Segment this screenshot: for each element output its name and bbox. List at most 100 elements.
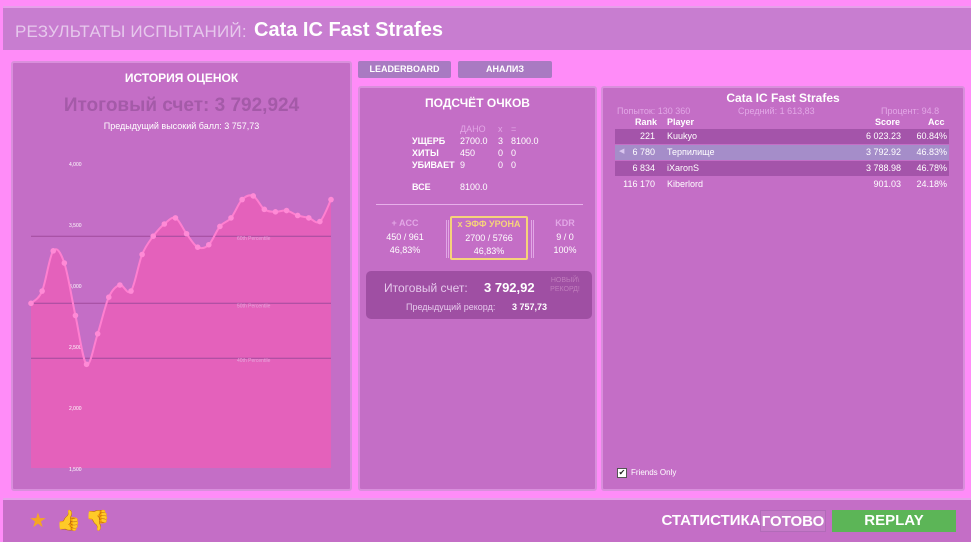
row-given: 9	[460, 160, 466, 170]
score-point[interactable]	[317, 218, 323, 225]
row-given: 450	[460, 148, 476, 158]
table-row[interactable]: 116 170 Kiberlord 901.03 24.18%	[615, 177, 949, 192]
total-value: 8100.0	[460, 182, 488, 192]
score-point[interactable]	[83, 361, 90, 368]
row-result: 8100.0	[511, 136, 539, 146]
player-cell: iXaronS	[667, 163, 700, 173]
scoring-panel: ПОДСЧЁТ ОЧКОВ ДАНО х = УЩЕРБ 2700.0 3 81…	[358, 86, 597, 491]
score-point[interactable]	[194, 244, 201, 250]
header-result: =	[511, 124, 517, 134]
thumbs-down-icon[interactable]: 👎	[85, 510, 110, 532]
col-acc[interactable]: Acc	[928, 117, 945, 127]
kdr-pct: 100%	[553, 245, 577, 255]
statistics-button[interactable]: СТАТИСТИКА	[657, 510, 765, 532]
score-point[interactable]	[294, 212, 301, 219]
score-point[interactable]	[205, 241, 212, 248]
score-point[interactable]	[228, 215, 234, 221]
row-label: УБИВАЕТ	[412, 160, 455, 170]
score-point[interactable]	[105, 294, 112, 300]
score-point[interactable]	[139, 251, 145, 258]
score-cell: 3 792.92	[865, 147, 901, 157]
accuracy-label: + ACC	[391, 218, 419, 228]
replay-button[interactable]: REPLAY	[832, 510, 956, 532]
done-button[interactable]: ГОТОВО	[760, 510, 826, 532]
checkbox-checked-icon[interactable]: ✔	[617, 468, 627, 478]
kdr-label: KDR	[555, 218, 575, 228]
leaderboard-title: Cata IC Fast Strafes	[726, 91, 840, 105]
y-tick-label: 2,500	[69, 345, 82, 351]
player-cell: Kiberlord	[667, 179, 704, 189]
score-point[interactable]	[261, 206, 268, 213]
score-point[interactable]	[172, 215, 179, 221]
score-point[interactable]	[61, 260, 68, 266]
col-player[interactable]: Player	[667, 117, 694, 127]
acc-cell: 60.84%	[916, 131, 947, 141]
total-label: ВСЕ	[412, 182, 431, 192]
score-point[interactable]	[328, 196, 334, 203]
prev-record-label: Предыдущий рекорд:	[406, 302, 496, 312]
history-title: ИСТОРИЯ ОЦЕНОК	[124, 71, 239, 85]
score-point[interactable]	[161, 221, 168, 227]
damage-efficiency-label: x ЭФФ УРОНА	[457, 219, 521, 229]
row-result: 0	[511, 148, 517, 158]
score-history-panel: ИСТОРИЯ ОЦЕНОК Итоговый счет: 3 792,924 …	[11, 61, 352, 491]
history-prev-high: Предыдущий высокий балл: 3 757,73	[103, 121, 260, 131]
friends-only-toggle[interactable]: ✔ Friends Only	[617, 468, 676, 478]
score-history-chart: 4,0003,5003,0002,5002,0001,50060th Perce…	[28, 162, 334, 473]
score-point[interactable]	[217, 223, 223, 230]
table-row-current-player[interactable]: ◀ 6 780 Терпилище 3 792.92 46.83%	[615, 145, 949, 160]
score-point[interactable]	[272, 209, 279, 215]
player-cell: Kuukyo	[667, 131, 698, 141]
footer-bar: ★ 👍 👎 СТАТИСТИКА ГОТОВО REPLAY	[3, 498, 971, 542]
prev-record-value: 3 757,73	[512, 302, 548, 312]
score-point[interactable]	[283, 207, 290, 214]
new-record-badge: НОВЫЙ\ РЕКОРД!	[550, 277, 580, 293]
row-mult: 0	[498, 160, 504, 170]
row-label: ХИТЫ	[412, 148, 439, 158]
table-row[interactable]: 6 834 iXaronS 3 788.98 46.78%	[615, 161, 949, 176]
score-point[interactable]	[28, 300, 34, 307]
star-icon[interactable]: ★	[27, 510, 49, 532]
attempts-count: Попыток: 130 360	[617, 106, 691, 116]
score-point[interactable]	[39, 288, 45, 294]
divider	[446, 220, 449, 258]
score-point[interactable]	[305, 215, 312, 221]
thumbs-up-icon[interactable]: 👍	[56, 510, 81, 532]
rank-cell: 6 780	[632, 147, 655, 157]
score-point[interactable]	[183, 230, 190, 237]
score-point[interactable]	[117, 282, 123, 288]
score-point[interactable]	[250, 193, 257, 199]
acc-cell: 24.18%	[916, 179, 947, 189]
y-tick-label: 1,500	[69, 467, 82, 473]
score-point[interactable]	[239, 196, 245, 203]
divider	[376, 204, 583, 205]
kdr-value: 9 / 0	[556, 232, 574, 242]
player-cell: Терпилище	[667, 147, 715, 157]
score-point[interactable]	[72, 312, 79, 319]
score-point[interactable]	[50, 248, 57, 254]
damage-efficiency-pct: 46,83%	[473, 246, 505, 256]
average-score: Средний: 1 613,83	[738, 106, 815, 116]
score-cell: 3 788.98	[865, 163, 901, 173]
scoring-title: ПОДСЧЁТ ОЧКОВ	[425, 96, 530, 110]
final-score-label: Итоговый счет:	[384, 281, 468, 295]
row-label: УЩЕРБ	[412, 136, 446, 146]
accuracy-pct: 46,83%	[389, 245, 421, 255]
score-point[interactable]	[150, 233, 157, 239]
final-score-value: 3 792,92	[484, 280, 535, 295]
damage-efficiency-value: 2700 / 5766	[465, 233, 513, 243]
kdr-metric: KDR 9 / 0 100%	[530, 218, 600, 255]
score-point[interactable]	[94, 331, 101, 337]
acc-cell: 46.83%	[916, 147, 947, 157]
y-tick-label: 4,000	[69, 162, 82, 168]
header-mult: х	[498, 124, 503, 134]
leaderboard-panel: Cata IC Fast Strafes Попыток: 130 360 Ср…	[601, 86, 965, 491]
tab-analysis[interactable]: АНАЛИЗ	[458, 61, 552, 78]
col-score[interactable]: Score	[875, 117, 900, 127]
row-mult: 3	[498, 136, 504, 146]
tab-leaderboard[interactable]: LEADERBOARD	[358, 61, 451, 78]
score-point[interactable]	[128, 288, 134, 294]
table-row[interactable]: 221 Kuukyo 6 023.23 60.84%	[615, 129, 949, 144]
percentile: Процент: 94.8	[881, 106, 940, 116]
col-rank[interactable]: Rank	[635, 117, 657, 127]
